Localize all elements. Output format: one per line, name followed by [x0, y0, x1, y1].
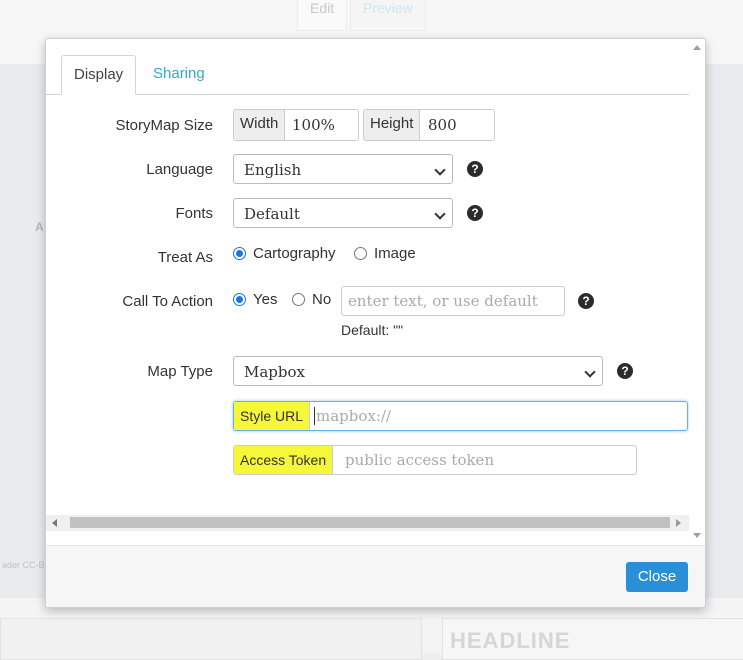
fonts-select[interactable]: Default [233, 198, 453, 228]
tab-sharing[interactable]: Sharing [141, 55, 217, 93]
dialog-footer: Close [46, 545, 705, 607]
close-button[interactable]: Close [626, 562, 688, 592]
horizontal-scrollbar[interactable] [46, 515, 689, 531]
width-addon: Width [234, 110, 286, 140]
scroll-up-icon[interactable] [693, 45, 701, 50]
call-to-action-no-label[interactable]: No [312, 291, 331, 308]
storymap-size-label: StoryMap Size [115, 117, 213, 134]
height-addon: Height [364, 110, 421, 140]
chevron-down-icon [584, 366, 596, 378]
map-label: A [35, 220, 44, 234]
chevron-down-icon [434, 164, 446, 176]
treat-as-cartography-radio[interactable] [233, 247, 246, 260]
call-to-action-no-radio[interactable] [292, 293, 305, 306]
width-input[interactable]: 100% [292, 110, 335, 140]
style-url-label: Style URL [234, 402, 311, 430]
options-dialog: Display Sharing StoryMap Size Width 100%… [45, 38, 706, 608]
call-to-action-input[interactable]: enter text, or use default [341, 286, 565, 316]
treat-as-image-label[interactable]: Image [374, 245, 416, 262]
access-token-input[interactable]: public access token [345, 446, 494, 474]
call-to-action-yes-radio[interactable] [233, 293, 246, 306]
text-caret [314, 407, 315, 425]
tab-preview[interactable]: Preview [350, 0, 426, 31]
height-input[interactable]: 800 [428, 110, 457, 140]
call-to-action-help-icon[interactable]: ? [578, 293, 594, 309]
call-to-action-label: Call To Action [122, 293, 213, 310]
vertical-scrollbar[interactable] [689, 39, 705, 545]
language-help-icon[interactable]: ? [467, 161, 483, 177]
scroll-left-icon[interactable] [52, 519, 57, 527]
map-type-help-icon[interactable]: ? [617, 363, 633, 379]
fonts-value: Default [244, 205, 300, 223]
treat-as-label: Treat As [157, 249, 213, 266]
height-field[interactable]: Height 800 [363, 109, 495, 141]
map-credit: ader CC-B [2, 560, 45, 570]
map-type-value: Mapbox [244, 363, 305, 381]
fonts-help-icon[interactable]: ? [467, 205, 483, 221]
call-to-action-yes-label[interactable]: Yes [253, 291, 277, 308]
treat-as-image-radio[interactable] [354, 247, 367, 260]
language-select[interactable]: English [233, 154, 453, 184]
horizontal-scrollbar-thumb[interactable] [70, 517, 670, 528]
headline-placeholder: HEADLINE [450, 628, 571, 653]
scroll-down-icon[interactable] [693, 533, 701, 538]
width-field[interactable]: Width 100% [233, 109, 359, 141]
dialog-scroll-area: Display Sharing StoryMap Size Width 100%… [46, 39, 689, 517]
tab-display[interactable]: Display [61, 55, 137, 95]
map-type-label: Map Type [147, 363, 213, 380]
style-url-field[interactable]: Style URL mapbox:// [233, 401, 688, 431]
style-url-input[interactable]: mapbox:// [316, 402, 391, 430]
access-token-label: Access Token [234, 446, 334, 474]
language-label: Language [146, 161, 213, 178]
dialog-tabs: Display Sharing [46, 55, 689, 95]
fonts-label: Fonts [175, 205, 213, 222]
chevron-down-icon [434, 208, 446, 220]
map-type-select[interactable]: Mapbox [233, 356, 603, 386]
tab-edit[interactable]: Edit [297, 0, 348, 31]
language-value: English [244, 161, 302, 179]
treat-as-cartography-label[interactable]: Cartography [253, 245, 336, 262]
scroll-right-icon[interactable] [676, 519, 681, 527]
access-token-field[interactable]: Access Token public access token [233, 445, 637, 475]
call-to-action-default-hint: Default: "" [341, 322, 404, 338]
